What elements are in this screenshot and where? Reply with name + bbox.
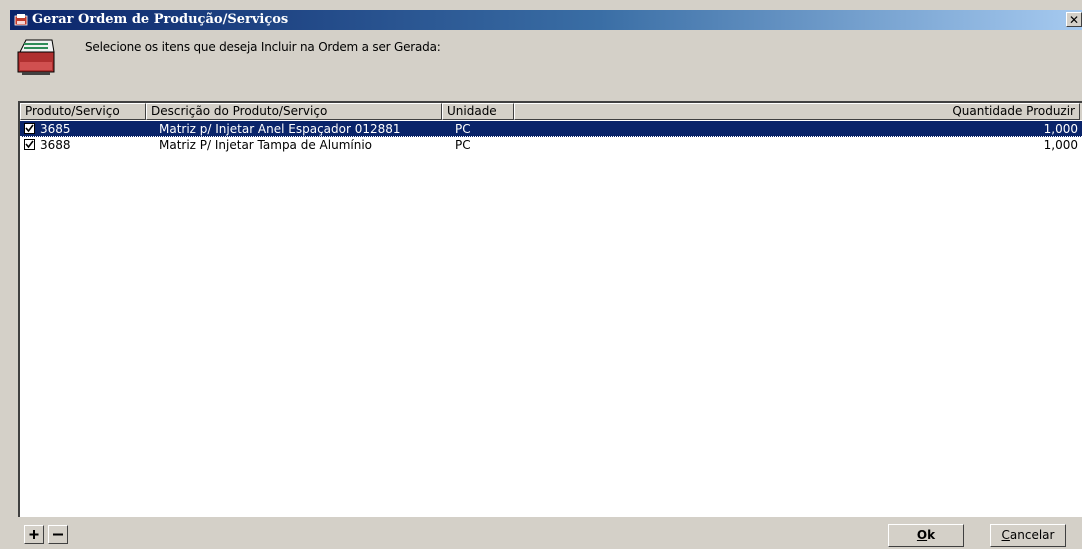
table-row[interactable]: 3688 Matriz P/ Injetar Tampa de Alumínio… [20,137,1082,153]
window-title: Gerar Ordem de Produção/Serviços [32,12,289,27]
cell-quantity: 1,000 [1043,122,1078,136]
printer-document-icon [17,39,55,75]
column-header-quantity[interactable]: Quantidade Produzir [514,103,1080,120]
plus-icon [29,530,39,539]
minus-icon [53,533,63,536]
close-button[interactable]: ✕ [1066,12,1082,27]
instruction-text: Selecione os itens que deseja Incluir na… [85,40,441,54]
cell-description: Matriz p/ Injetar Anel Espaçador 012881 [159,122,401,136]
title-bar[interactable]: Gerar Ordem de Produção/Serviços ✕ [10,10,1082,30]
cancel-accelerator: C [1001,528,1010,542]
row-checkbox[interactable] [24,139,35,150]
app-icon [14,14,28,26]
ok-accelerator: O [916,528,928,542]
column-header-product[interactable]: Produto/Serviço [20,103,146,120]
checkmark-icon [25,140,34,149]
column-header-description[interactable]: Descrição do Produto/Serviço [146,103,442,120]
cell-unit: PC [455,122,471,136]
cell-code: 3685 [40,122,71,136]
remove-item-button[interactable] [48,525,68,544]
table-row[interactable]: 3685 Matriz p/ Injetar Anel Espaçador 01… [20,121,1082,137]
ok-button[interactable]: Ok [888,524,964,547]
cancel-button[interactable]: Cancelar [990,524,1066,547]
cell-unit: PC [455,138,471,152]
row-checkbox[interactable] [24,123,35,134]
cancel-label: ancelar [1009,528,1055,542]
ok-label: k [927,528,936,542]
close-icon: ✕ [1068,13,1080,27]
add-item-button[interactable] [24,525,44,544]
column-header-unit[interactable]: Unidade [442,103,514,120]
checkmark-icon [25,124,34,133]
footer-bar: Ok Cancelar [10,520,1082,549]
cell-description: Matriz P/ Injetar Tampa de Alumínio [159,138,372,152]
cell-quantity: 1,000 [1043,138,1078,152]
cell-code: 3688 [40,138,71,152]
column-header-row: Produto/Serviço Descrição do Produto/Ser… [20,103,1082,120]
items-grid[interactable]: Produto/Serviço Descrição do Produto/Ser… [18,101,1082,517]
